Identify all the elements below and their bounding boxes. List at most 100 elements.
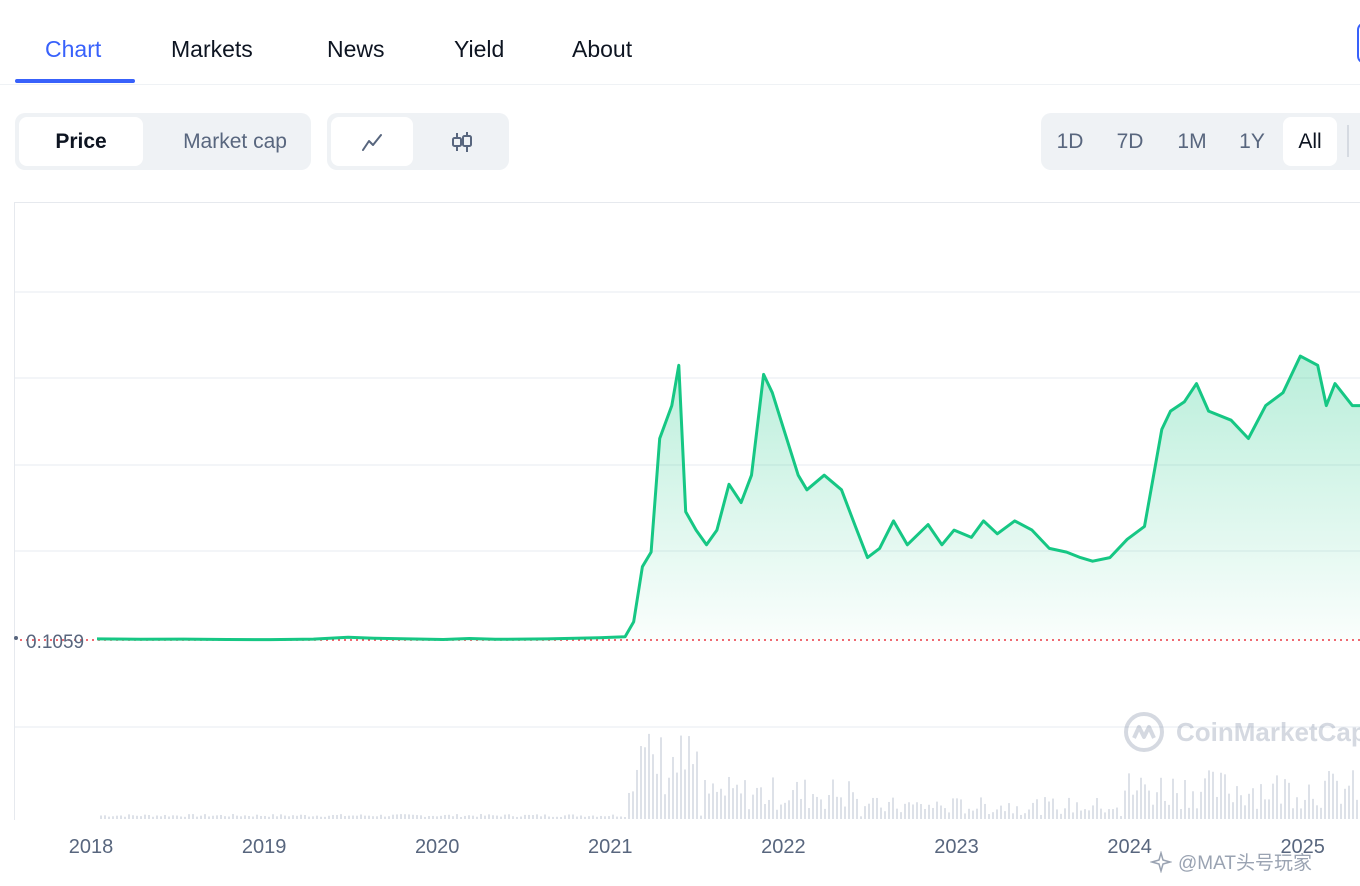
volume-bar — [640, 746, 642, 819]
volume-bar — [580, 815, 582, 819]
volume-bar — [112, 816, 114, 819]
volume-bar — [1264, 799, 1266, 819]
volume-bar — [268, 816, 270, 819]
volume-bar — [920, 804, 922, 819]
volume-bar — [1348, 785, 1350, 819]
volume-bar — [1260, 784, 1262, 819]
volume-bar — [420, 815, 422, 819]
volume-bar — [232, 814, 234, 819]
volume-bar — [100, 815, 102, 819]
volume-bar — [1048, 801, 1050, 819]
volume-bar — [1256, 808, 1258, 819]
volume-bar — [448, 814, 450, 819]
volume-bar — [444, 814, 446, 819]
volume-bar — [952, 798, 954, 819]
volume-bar — [1252, 788, 1254, 819]
volume-bar — [852, 792, 854, 819]
volume-bar — [544, 814, 546, 819]
volume-bar — [1280, 803, 1282, 819]
volume-bar — [764, 803, 766, 819]
volume-bar — [860, 816, 862, 819]
volume-bar — [116, 815, 118, 819]
volume-bar — [1100, 808, 1102, 819]
volume-bar — [588, 816, 590, 819]
volume-bar — [680, 735, 682, 819]
volume-bar — [1308, 784, 1310, 819]
volume-bar — [872, 797, 874, 819]
volume-bar — [484, 815, 486, 819]
volume-bar — [140, 816, 142, 819]
volume-bar — [980, 797, 982, 819]
volume-bar — [1192, 791, 1194, 819]
volume-bar — [344, 816, 346, 819]
coinmarketcap-watermark: CoinMarketCap — [1122, 710, 1360, 754]
volume-bar — [1240, 795, 1242, 819]
volume-bar — [948, 812, 950, 819]
volume-bar — [476, 816, 478, 819]
x-axis-tick-label: 2024 — [1107, 836, 1152, 858]
volume-bar — [908, 802, 910, 819]
volume-bar — [800, 798, 802, 819]
volume-bar — [1244, 805, 1246, 819]
volume-bar — [1080, 810, 1082, 819]
volume-bar — [560, 816, 562, 819]
volume-bar — [528, 814, 530, 819]
volume-bar — [1200, 791, 1202, 819]
volume-bar — [716, 791, 718, 819]
volume-bar — [164, 814, 166, 819]
volume-bar — [212, 815, 214, 819]
volume-bar — [328, 815, 330, 819]
volume-bar — [280, 814, 282, 819]
volume-bar — [584, 816, 586, 819]
x-axis-tick-label: 2019 — [241, 836, 287, 858]
volume-bar — [148, 815, 150, 819]
credit-watermark: @MAT头号玩家 — [1150, 848, 1312, 875]
volume-bar — [400, 814, 402, 819]
volume-bar — [228, 816, 230, 819]
volume-bar — [1168, 804, 1170, 819]
volume-bar — [1140, 777, 1142, 819]
volume-bar — [732, 788, 734, 819]
volume-bar — [812, 794, 814, 819]
volume-bar — [600, 815, 602, 819]
volume-bar — [312, 816, 314, 819]
volume-bar — [708, 793, 710, 819]
volume-bar — [720, 788, 722, 819]
volume-bar — [772, 777, 774, 819]
volume-bar — [1156, 792, 1158, 819]
volume-bar — [464, 815, 466, 819]
volume-bar — [888, 801, 890, 819]
volume-bar — [804, 779, 806, 819]
volume-bar — [900, 812, 902, 819]
volume-bar — [1092, 805, 1094, 819]
volume-bar — [896, 808, 898, 819]
volume-bar — [824, 808, 826, 819]
volume-bar — [204, 814, 206, 819]
volume-bar — [304, 815, 306, 819]
volume-bar — [928, 804, 930, 819]
volume-bar — [884, 811, 886, 819]
volume-bar — [1340, 803, 1342, 819]
volume-bar — [176, 815, 178, 819]
volume-bar — [292, 815, 294, 819]
volume-bar — [1284, 779, 1286, 819]
volume-bar — [864, 806, 866, 819]
volume-bar — [248, 816, 250, 819]
volume-bar — [124, 816, 126, 819]
volume-bar — [844, 806, 846, 819]
volume-bar — [180, 816, 182, 819]
volume-bar — [1288, 782, 1290, 819]
volume-bar — [412, 814, 414, 819]
volume-bar — [936, 801, 938, 819]
volume-bar — [568, 814, 570, 819]
volume-bar — [1160, 777, 1162, 819]
volume-bar — [244, 815, 246, 819]
volume-bar — [276, 816, 278, 819]
volume-bar — [816, 796, 818, 819]
volume-bar — [1224, 774, 1226, 819]
volume-bar — [1144, 784, 1146, 819]
volume-bar — [1148, 790, 1150, 819]
volume-bar — [820, 799, 822, 819]
volume-bar — [1212, 771, 1214, 819]
volume-bar — [564, 815, 566, 819]
